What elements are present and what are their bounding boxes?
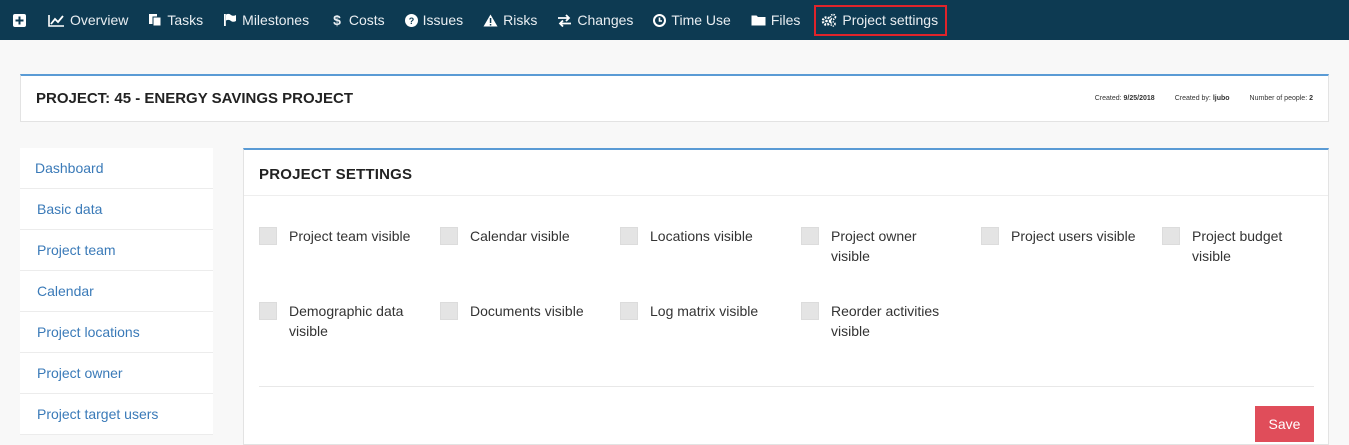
option-label: Reorder activities visible xyxy=(831,303,940,339)
option-calendar-visible: Calendar visible xyxy=(440,226,600,246)
sidebar-item-project-target-users[interactable]: Project target users xyxy=(20,394,213,435)
copy-icon xyxy=(149,14,162,27)
option-label: Calendar visible xyxy=(470,228,570,244)
nav-project-settings-label: Project settings xyxy=(842,12,939,28)
option-label: Project budget visible xyxy=(1192,228,1283,264)
checkbox[interactable] xyxy=(801,227,819,245)
option-demographic-data-visible: Demographic data visible xyxy=(259,301,419,341)
option-reorder-activities-visible: Reorder activities visible xyxy=(801,301,961,341)
created-by-value: ljubo xyxy=(1212,95,1230,102)
option-log-matrix-visible: Log matrix visible xyxy=(620,301,780,321)
checkbox[interactable] xyxy=(259,227,277,245)
option-label: Project users visible xyxy=(1011,228,1136,244)
checkbox[interactable] xyxy=(1162,227,1180,245)
panel-title: PROJECT SETTINGS xyxy=(259,166,413,183)
checkbox[interactable] xyxy=(440,227,458,245)
sidebar: Dashboard Basic data Project team Calend… xyxy=(20,148,213,435)
nav-overview-label: Overview xyxy=(70,12,129,28)
flag-icon xyxy=(224,13,237,26)
nav-time-use-label: Time Use xyxy=(671,12,731,28)
sidebar-item-project-team[interactable]: Project team xyxy=(20,230,213,271)
sidebar-item-project-owner[interactable]: Project owner xyxy=(20,353,213,394)
option-project-users-visible: Project users visible xyxy=(981,226,1141,246)
sidebar-item-dashboard[interactable]: Dashboard xyxy=(20,148,213,189)
checkbox[interactable] xyxy=(620,227,638,245)
line-chart-icon xyxy=(48,14,64,27)
folder-icon xyxy=(751,15,766,26)
nav-overview[interactable]: Overview xyxy=(38,0,138,40)
created-value: 9/25/2018 xyxy=(1123,95,1155,102)
option-project-owner-visible: Project owner visible xyxy=(801,226,961,266)
nav-files-label: Files xyxy=(770,12,801,28)
option-label: Project team visible xyxy=(289,228,411,244)
people-meta: Number of people: 2 xyxy=(1250,95,1313,102)
gears-icon xyxy=(822,13,837,27)
plus-square-icon xyxy=(12,13,26,27)
nav-changes-label: Changes xyxy=(577,12,634,28)
option-label: Documents visible xyxy=(470,303,584,319)
created-meta: Created: 9/25/2018 xyxy=(1095,95,1155,102)
checkbox[interactable] xyxy=(259,302,277,320)
nav-tasks-label: Tasks xyxy=(167,12,204,28)
warning-icon xyxy=(483,14,498,26)
nav-milestones-label: Milestones xyxy=(242,12,310,28)
checkbox[interactable] xyxy=(620,302,638,320)
created-by-meta: Created by: ljubo xyxy=(1175,95,1230,102)
people-value: 2 xyxy=(1309,95,1313,102)
nav-files[interactable]: Files xyxy=(741,0,811,40)
top-nav: Overview Tasks Milestones $ Costs ? Issu… xyxy=(0,0,1349,40)
option-project-budget-visible: Project budget visible xyxy=(1162,226,1322,266)
project-meta: Created: 9/25/2018 Created by: ljubo Num… xyxy=(1095,95,1313,102)
people-label: Number of people: xyxy=(1249,95,1308,102)
checkbox[interactable] xyxy=(440,302,458,320)
created-by-label: Created by: xyxy=(1174,95,1211,102)
divider xyxy=(244,195,1328,196)
option-project-team-visible: Project team visible xyxy=(259,226,419,246)
nav-milestones[interactable]: Milestones xyxy=(213,0,319,40)
checkbox[interactable] xyxy=(981,227,999,245)
nav-issues-label: Issues xyxy=(422,12,464,28)
nav-project-settings[interactable]: Project settings xyxy=(814,4,948,36)
created-label: Created: xyxy=(1094,95,1122,102)
nav-costs[interactable]: $ Costs xyxy=(319,0,395,40)
project-header: PROJECT: 45 - ENERGY SAVINGS PROJECT Cre… xyxy=(20,74,1329,122)
sidebar-item-project-locations[interactable]: Project locations xyxy=(20,312,213,353)
save-button[interactable]: Save xyxy=(1255,406,1314,442)
question-circle-icon: ? xyxy=(404,13,418,27)
nav-risks-label: Risks xyxy=(503,12,538,28)
settings-panel: PROJECT SETTINGS Project team visible Ca… xyxy=(243,148,1329,445)
nav-changes[interactable]: Changes xyxy=(547,0,643,40)
dollar-icon: $ xyxy=(333,12,341,28)
checkbox[interactable] xyxy=(801,302,819,320)
nav-issues[interactable]: ? Issues xyxy=(395,0,473,40)
divider xyxy=(259,386,1314,387)
clock-icon xyxy=(653,13,667,27)
add-button[interactable] xyxy=(0,0,38,40)
nav-time-use[interactable]: Time Use xyxy=(643,0,740,40)
nav-costs-label: Costs xyxy=(348,12,385,28)
option-documents-visible: Documents visible xyxy=(440,301,600,321)
nav-tasks[interactable]: Tasks xyxy=(138,0,213,40)
sidebar-item-basic-data[interactable]: Basic data xyxy=(20,189,213,230)
option-label: Locations visible xyxy=(650,228,753,244)
option-label: Demographic data visible xyxy=(289,303,404,339)
nav-risks[interactable]: Risks xyxy=(473,0,547,40)
sidebar-item-calendar[interactable]: Calendar xyxy=(20,271,213,312)
project-title: PROJECT: 45 - ENERGY SAVINGS PROJECT xyxy=(36,90,354,107)
svg-text:?: ? xyxy=(408,16,414,26)
option-label: Log matrix visible xyxy=(650,303,759,319)
option-label: Project owner visible xyxy=(831,228,917,264)
exchange-icon xyxy=(558,13,572,27)
option-locations-visible: Locations visible xyxy=(620,226,780,246)
